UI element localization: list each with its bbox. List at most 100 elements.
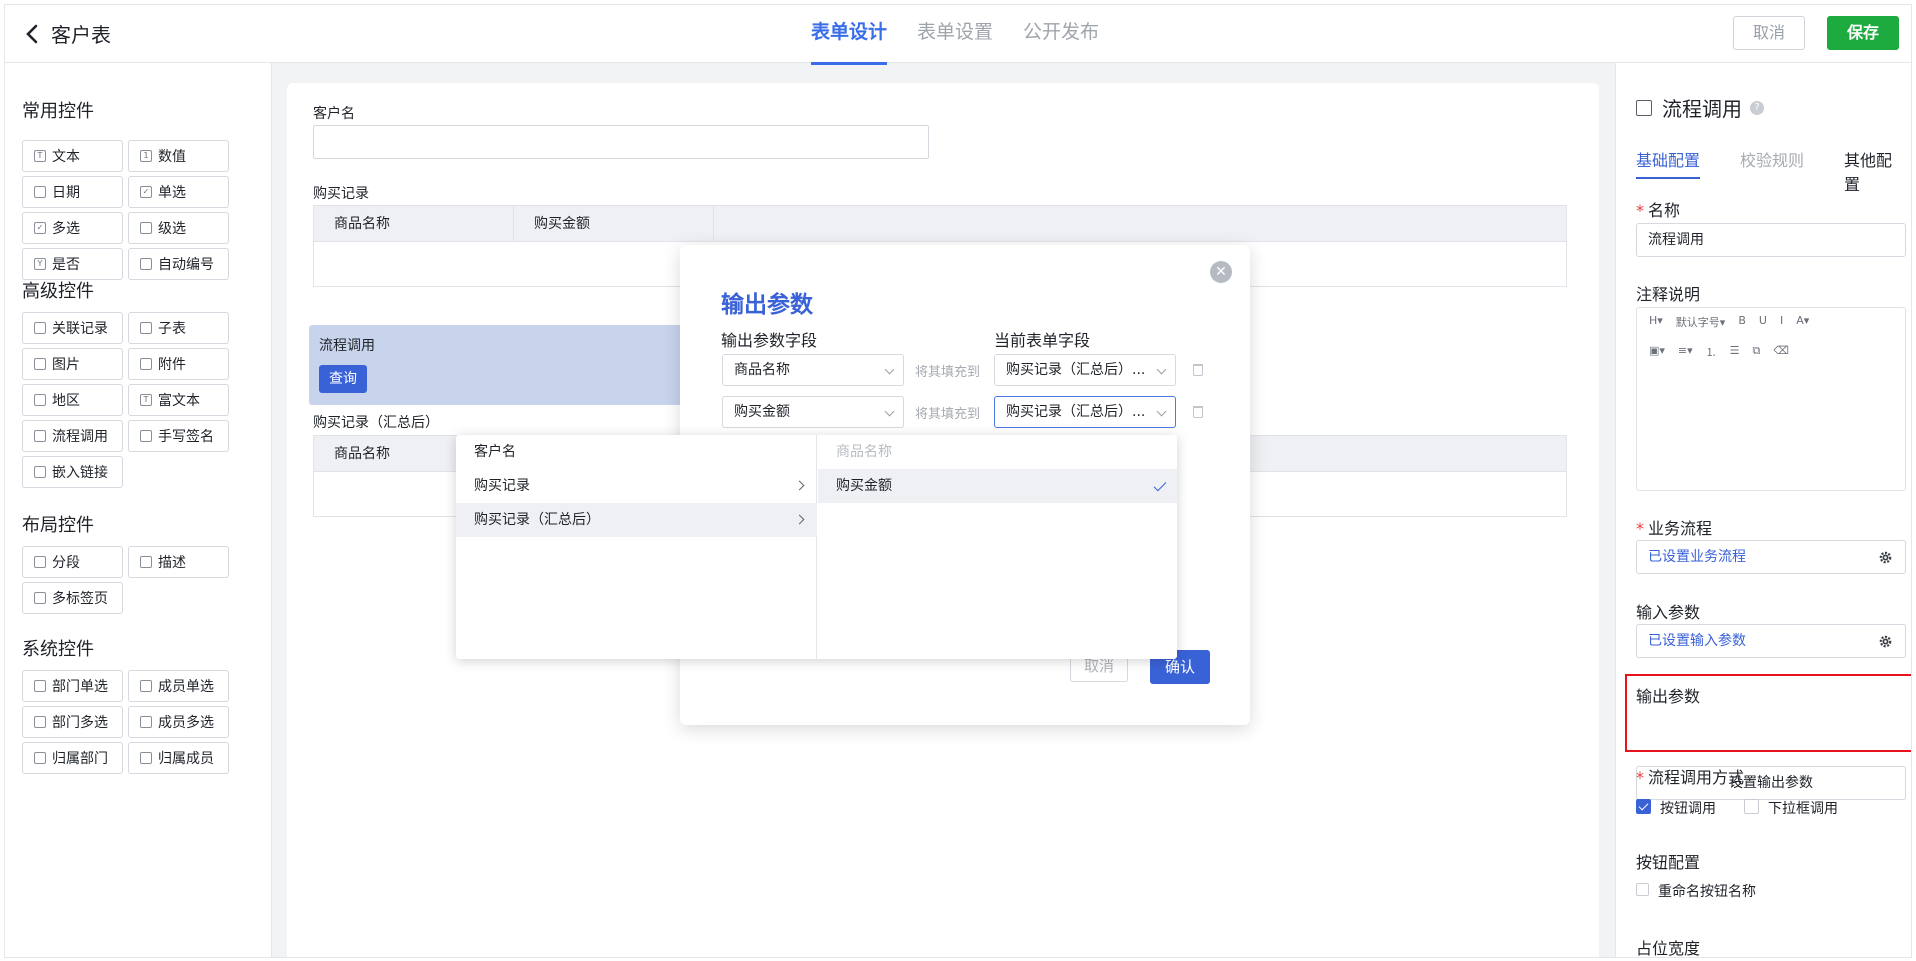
cascader-option[interactable]: 购买记录（汇总后） xyxy=(456,503,817,537)
control-cascade[interactable]: 级选 xyxy=(128,212,229,244)
control-signature[interactable]: 手写签名 xyxy=(128,420,229,452)
cascade-icon xyxy=(140,222,152,234)
control-single-select[interactable]: ✓ 单选 xyxy=(128,176,229,208)
chevron-right-icon xyxy=(794,514,805,525)
control-rich-text[interactable]: T 富文本 xyxy=(128,384,229,416)
trash-icon[interactable] xyxy=(1193,406,1203,418)
tab-publish[interactable]: 公开发布 xyxy=(1023,5,1099,63)
control-section[interactable]: 分段 xyxy=(22,546,123,578)
cancel-button[interactable]: 取消 xyxy=(1733,16,1805,50)
purchase-subtable-header: 商品名称 购买金额 xyxy=(314,206,1566,242)
control-owner-member[interactable]: 归属成员 xyxy=(128,742,229,774)
embed-link-icon xyxy=(34,466,46,478)
control-owner-dept[interactable]: 归属部门 xyxy=(22,742,123,774)
tab-form-settings[interactable]: 表单设置 xyxy=(917,5,993,63)
name-input[interactable]: 流程调用 xyxy=(1636,223,1906,257)
ordered-list-icon[interactable]: ⒈ xyxy=(1706,344,1717,360)
control-embed-link[interactable]: 嵌入链接 xyxy=(22,456,123,488)
editor-toolbar: H▾ 默认字号▾ B U I A▾ xyxy=(1649,314,1809,330)
heading-icon[interactable]: H▾ xyxy=(1649,314,1663,330)
chevron-down-icon xyxy=(884,406,895,417)
current-field-select[interactable]: 购买记录（汇总后）... xyxy=(994,354,1176,386)
button-call-checkbox[interactable] xyxy=(1636,799,1651,814)
cascader-column-2: 商品名称 购买金额 xyxy=(818,435,1177,659)
tab-form-design[interactable]: 表单设计 xyxy=(811,5,888,65)
rich-text-icon: T xyxy=(140,394,152,406)
current-field-select[interactable]: 购买记录（汇总后）... xyxy=(994,396,1176,428)
rename-button-checkbox[interactable] xyxy=(1636,883,1649,896)
eraser-icon[interactable]: ⌫ xyxy=(1773,344,1789,360)
chevron-down-icon xyxy=(1156,406,1167,417)
control-yes-no[interactable]: Y 是否 xyxy=(22,248,123,280)
control-subtable[interactable]: 子表 xyxy=(128,312,229,344)
control-auto-number[interactable]: 自动编号 xyxy=(128,248,229,280)
control-image[interactable]: 图片 xyxy=(22,348,123,380)
back-button[interactable]: 客户表 xyxy=(23,19,111,48)
control-region[interactable]: 地区 xyxy=(22,384,123,416)
underline-icon[interactable]: U xyxy=(1759,314,1767,330)
chevron-down-icon xyxy=(1156,364,1167,375)
font-size-select[interactable]: 默认字号▾ xyxy=(1676,314,1726,330)
tab-other-config[interactable]: 其他配置 xyxy=(1844,147,1906,195)
department-icon xyxy=(34,680,46,692)
rename-button-label: 重命名按钮名称 xyxy=(1658,884,1756,900)
image-insert-icon[interactable]: ⧉ xyxy=(1753,344,1761,360)
field-label-customer: 客户名 xyxy=(313,106,355,122)
query-button[interactable]: 查询 xyxy=(319,365,367,393)
flow-call-icon xyxy=(34,430,46,442)
output-field-select[interactable]: 商品名称 xyxy=(722,354,904,386)
field-label-purchase: 购买记录 xyxy=(313,186,369,202)
fill-to-text: 将其填充到 xyxy=(915,407,981,422)
customer-name-input[interactable] xyxy=(313,125,929,159)
background-color-icon[interactable]: ▣▾ xyxy=(1649,344,1665,360)
group-title-common: 常用控件 xyxy=(22,101,94,122)
control-text[interactable]: T 文本 xyxy=(22,140,123,172)
control-dept-single[interactable]: 部门单选 xyxy=(22,670,123,702)
bold-icon[interactable]: B xyxy=(1738,314,1746,330)
gear-icon[interactable] xyxy=(1878,634,1893,649)
input-params-field[interactable]: 已设置输入参数 xyxy=(1636,624,1906,658)
dropdown-call-checkbox[interactable] xyxy=(1744,799,1759,814)
unordered-list-icon[interactable]: ☰ xyxy=(1730,344,1740,360)
main-tabs: 表单设计 表单设置 公开发布 xyxy=(811,5,1099,65)
tab-validation[interactable]: 校验规则 xyxy=(1740,147,1804,171)
control-date[interactable]: 日期 xyxy=(22,176,123,208)
output-field-select[interactable]: 购买金额 xyxy=(722,396,904,428)
tab-basic-config[interactable]: 基础配置 xyxy=(1636,147,1701,179)
link-record-icon xyxy=(34,322,46,334)
cascader-option: 商品名称 xyxy=(836,444,892,460)
control-dept-multi[interactable]: 部门多选 xyxy=(22,706,123,738)
trash-icon[interactable] xyxy=(1193,364,1203,376)
cascader-option[interactable]: 购买记录 xyxy=(456,469,817,503)
control-number[interactable]: 1 数值 xyxy=(128,140,229,172)
call-mode-label: * 流程调用方式 xyxy=(1636,768,1745,787)
help-icon[interactable]: ? xyxy=(1750,100,1764,115)
align-icon[interactable]: ≡▾ xyxy=(1678,344,1693,360)
font-color-icon[interactable]: A▾ xyxy=(1796,314,1809,330)
group-title-layout: 布局控件 xyxy=(22,515,94,536)
top-bar: 客户表 表单设计 表单设置 公开发布 取消 保存 xyxy=(5,5,1911,65)
flow-call-control[interactable]: 流程调用 查询 xyxy=(309,325,709,405)
cascader-column-1: 客户名 购买记录 购买记录（汇总后） xyxy=(456,435,817,659)
editor-toolbar: ▣▾ ≡▾ ⒈ ☰ ⧉ ⌫ xyxy=(1649,344,1789,360)
control-attachment[interactable]: 附件 xyxy=(128,348,229,380)
control-flow-call[interactable]: 流程调用 xyxy=(22,420,123,452)
control-multi-tab[interactable]: 多标签页 xyxy=(22,582,123,614)
gear-icon[interactable] xyxy=(1878,550,1893,565)
close-icon[interactable]: ✕ xyxy=(1210,261,1232,283)
cascader-option[interactable]: 购买金额 xyxy=(818,469,1177,503)
dialog-title: 输出参数 xyxy=(721,292,813,318)
control-member-single[interactable]: 成员单选 xyxy=(128,670,229,702)
save-button[interactable]: 保存 xyxy=(1827,16,1899,50)
italic-icon[interactable]: I xyxy=(1780,314,1783,330)
control-member-multi[interactable]: 成员多选 xyxy=(128,706,229,738)
cascader-option[interactable]: 客户名 xyxy=(456,435,817,469)
control-multi-select[interactable]: ✓ 多选 xyxy=(22,212,123,244)
rich-text-editor[interactable]: H▾ 默认字号▾ B U I A▾ ▣▾ ≡▾ ⒈ ☰ ⧉ ⌫ xyxy=(1636,307,1906,491)
control-description[interactable]: 描述 xyxy=(128,546,229,578)
button-config-label: 按钮配置 xyxy=(1636,853,1701,872)
business-flow-field[interactable]: 已设置业务流程 xyxy=(1636,540,1906,574)
number-icon: 1 xyxy=(140,150,152,162)
control-linked-record[interactable]: 关联记录 xyxy=(22,312,123,344)
tabs-icon xyxy=(34,592,46,604)
